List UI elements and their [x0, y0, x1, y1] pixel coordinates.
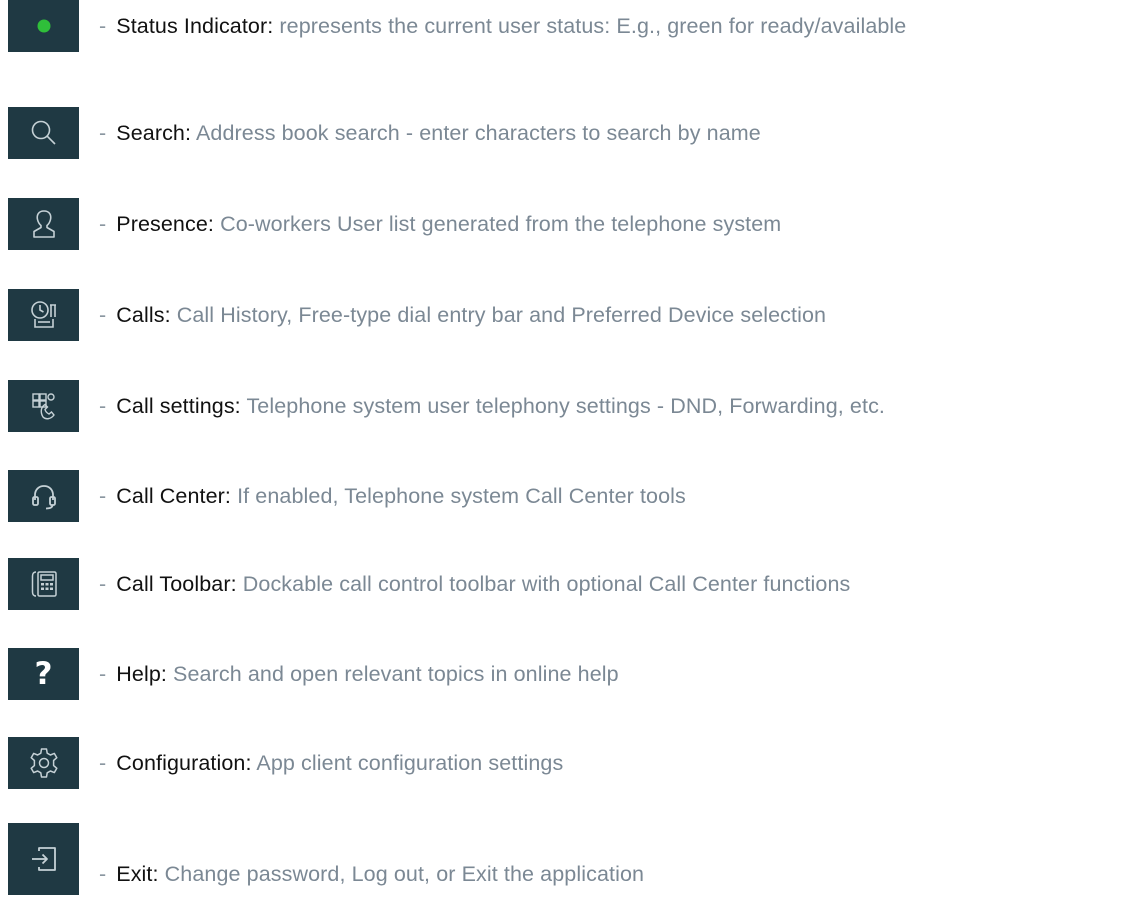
legend-text: - Help: Search and open relevant topics i…: [99, 662, 619, 687]
help-tile[interactable]: ?: [8, 648, 79, 700]
legend-item-call-center: - Call Center: If enabled, Telephone syst…: [0, 470, 686, 522]
status-indicator-icon: [37, 19, 50, 33]
gear-icon: [29, 748, 58, 778]
legend-description: Call History, Free-type dial entry bar a…: [176, 302, 827, 327]
legend-term: Call Center: [116, 483, 225, 508]
legend-item-configuration: - Configuration: App client configuration…: [0, 737, 563, 789]
separator: -: [99, 120, 107, 145]
separator: -: [99, 661, 107, 686]
clock-phone-icon: [30, 301, 56, 328]
legend-item-calls: - Calls: Call History, Free-type dial ent…: [0, 289, 826, 341]
separator: -: [99, 211, 107, 236]
legend-text: - Call settings: Telephone system user te…: [99, 394, 885, 419]
legend-description: Search and open relevant topics in onlin…: [173, 661, 619, 686]
legend-term: Call settings: [116, 393, 235, 418]
separator: -: [99, 393, 107, 418]
legend-description: Dockable call control toolbar with optio…: [242, 571, 851, 596]
legend-item-search: - Search: Address book search - enter cha…: [0, 107, 761, 159]
legend-text: - Calls: Call History, Free-type dial ent…: [99, 303, 826, 328]
status-indicator-tile[interactable]: [8, 0, 79, 52]
search-icon: [31, 120, 56, 145]
exit-icon: [31, 847, 56, 871]
legend-description: Change password, Log out, or Exit the ap…: [164, 861, 645, 886]
phone-settings-icon: [31, 393, 55, 420]
legend-text: - Configuration: App client configuration…: [99, 751, 563, 776]
desk-phone-icon: [31, 571, 57, 597]
legend-text: - Exit: Change password, Log out, or Exit…: [99, 862, 644, 887]
legend-description: Co-workers User list generated from the …: [220, 211, 782, 236]
legend-item-status-indicator: - Status Indicator: represents the curren…: [0, 0, 906, 52]
legend-item-exit: - Exit: Change password, Log out, or Exit…: [0, 823, 644, 895]
person-icon: [32, 210, 55, 238]
colon: :: [245, 750, 252, 775]
legend-text: - Call Toolbar: Dockable call control too…: [99, 572, 850, 597]
colon: :: [230, 571, 237, 596]
legend-term: Configuration: [116, 750, 246, 775]
separator: -: [99, 750, 107, 775]
separator: -: [99, 571, 107, 596]
legend-item-help: ? - Help: Search and open relevant topics…: [0, 648, 619, 700]
colon: :: [152, 861, 159, 886]
legend-item-presence: - Presence: Co-workers User list generate…: [0, 198, 781, 250]
separator: -: [99, 483, 107, 508]
legend-term: Calls: [116, 302, 165, 327]
legend-description: Address book search - enter characters t…: [195, 120, 761, 145]
separator: -: [99, 861, 107, 886]
legend-item-call-toolbar: - Call Toolbar: Dockable call control too…: [0, 558, 850, 610]
legend-term: Exit: [116, 861, 153, 886]
headset-icon: [31, 485, 56, 510]
legend-text: - Presence: Co-workers User list generate…: [99, 212, 781, 237]
legend-term: Presence: [116, 211, 208, 236]
colon: :: [164, 302, 171, 327]
separator: -: [99, 302, 107, 327]
exit-tile[interactable]: [8, 823, 79, 895]
colon: :: [234, 393, 241, 418]
legend-term: Status Indicator: [116, 13, 268, 38]
colon: :: [207, 211, 214, 236]
legend-text: - Search: Address book search - enter cha…: [99, 121, 761, 146]
legend-text: - Call Center: If enabled, Telephone syst…: [99, 484, 686, 509]
calls-tile[interactable]: [8, 289, 79, 341]
configuration-tile[interactable]: [8, 737, 79, 789]
legend-term: Call Toolbar: [116, 571, 231, 596]
search-tile[interactable]: [8, 107, 79, 159]
colon: :: [267, 13, 274, 38]
legend-item-call-settings: - Call settings: Telephone system user te…: [0, 380, 885, 432]
call-settings-tile[interactable]: [8, 380, 79, 432]
call-toolbar-tile[interactable]: [8, 558, 79, 610]
legend-description: Telephone system user telephony settings…: [246, 393, 885, 418]
help-icon: ?: [34, 656, 53, 692]
legend-description: App client configuration settings: [256, 750, 564, 775]
legend-text: - Status Indicator: represents the curren…: [99, 14, 906, 39]
legend-description: If enabled, Telephone system Call Center…: [237, 483, 686, 508]
colon: :: [224, 483, 231, 508]
colon: :: [160, 661, 167, 686]
legend-description: represents the current user status: E.g.…: [279, 13, 907, 38]
presence-tile[interactable]: [8, 198, 79, 250]
colon: :: [185, 120, 192, 145]
separator: -: [99, 13, 107, 38]
legend-term: Search: [116, 120, 185, 145]
legend-term: Help: [116, 661, 161, 686]
call-center-tile[interactable]: [8, 470, 79, 522]
